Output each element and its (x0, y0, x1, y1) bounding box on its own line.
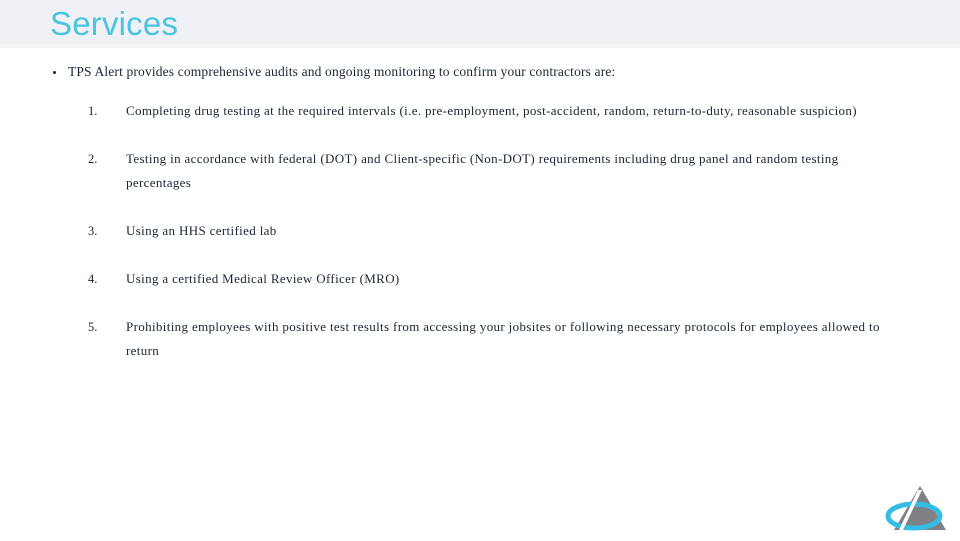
list-item-number: 5. (88, 320, 98, 334)
list-item-number: 1. (88, 104, 98, 118)
list-item-text: Using a certified Medical Review Officer… (126, 271, 400, 286)
list-item: 3. Using an HHS certified lab (0, 219, 960, 243)
list-item-text: Completing drug testing at the required … (126, 103, 857, 118)
list-item: 1. Completing drug testing at the requir… (0, 99, 960, 123)
triangle-swoosh-logo (880, 480, 952, 536)
list-item-number: 3. (88, 224, 98, 238)
slide-content: TPS Alert provides comprehensive audits … (0, 48, 960, 387)
list-item-text: Prohibiting employees with positive test… (126, 319, 880, 358)
list-item: 2. Testing in accordance with federal (D… (0, 147, 960, 195)
list-item-text: Testing in accordance with federal (DOT)… (126, 151, 839, 190)
list-item-number: 2. (88, 152, 98, 166)
list-item-text: Using an HHS certified lab (126, 223, 277, 238)
numbered-list: 1. Completing drug testing at the requir… (0, 99, 960, 363)
intro-bullet-text: TPS Alert provides comprehensive audits … (68, 64, 616, 79)
list-item: 5. Prohibiting employees with positive t… (0, 315, 960, 363)
bullet-dot-icon (53, 71, 56, 74)
list-item-number: 4. (88, 272, 98, 286)
intro-bullet: TPS Alert provides comprehensive audits … (52, 63, 960, 81)
page-title: Services (50, 5, 179, 42)
slide: Services TPS Alert provides comprehensiv… (0, 0, 960, 540)
list-item: 4. Using a certified Medical Review Offi… (0, 267, 960, 291)
